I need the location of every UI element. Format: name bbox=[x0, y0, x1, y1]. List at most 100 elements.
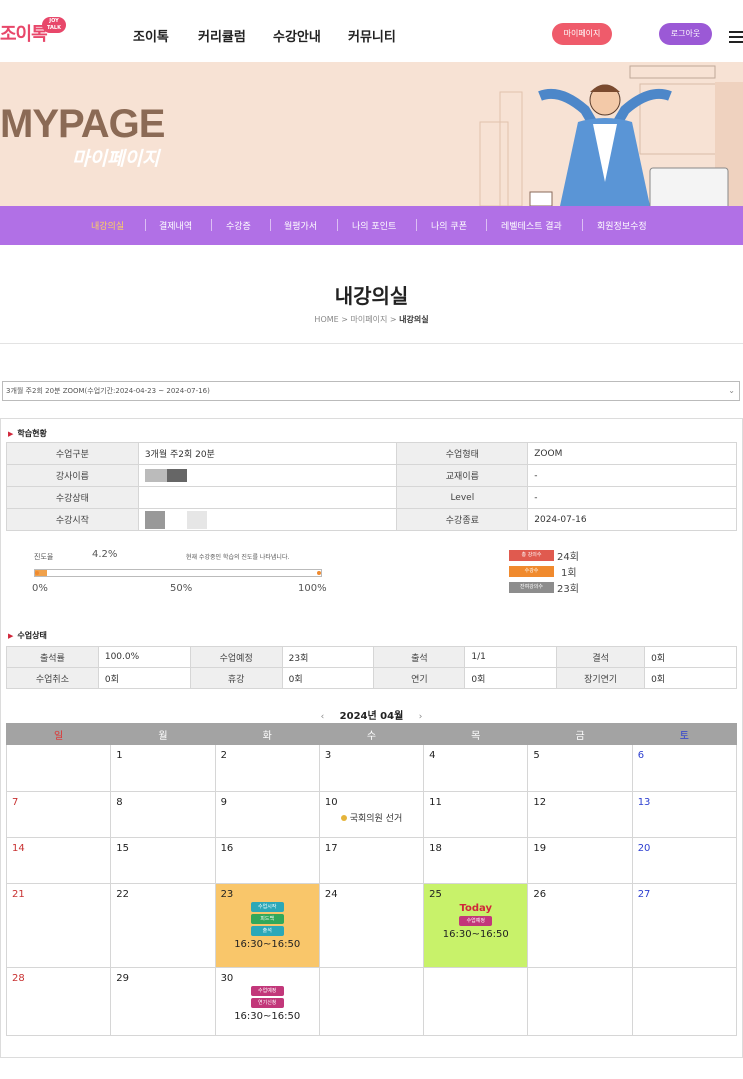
total-lessons-badge: 총 강의수 bbox=[509, 550, 554, 561]
next-month-icon[interactable]: › bbox=[419, 712, 423, 722]
event-badge[interactable]: 수업시작 bbox=[250, 902, 284, 912]
calendar-day[interactable]: 3 bbox=[318, 744, 425, 792]
calendar-day[interactable]: 14 bbox=[5, 837, 112, 884]
weekday-fri: 금 bbox=[527, 723, 633, 745]
event-badge[interactable]: 연기신청 bbox=[250, 998, 284, 1008]
calendar-day[interactable]: 7 bbox=[5, 791, 112, 838]
subnav-monthly-evaluation[interactable]: 월평가서 bbox=[284, 219, 317, 232]
calendar-day-lesson[interactable]: 30 수업예정 연기신청 16:30~16:50 bbox=[214, 967, 320, 1036]
calendar-day[interactable]: 27 bbox=[631, 883, 738, 968]
calendar-day[interactable]: 15 bbox=[110, 837, 216, 884]
weekday-mon: 월 bbox=[110, 723, 216, 745]
info-value-redacted bbox=[137, 486, 398, 509]
calendar-week: 21 22 23 수업시작 피드백 출석 16:30~16:50 24 25 T… bbox=[5, 883, 738, 968]
info-value: 3개월 주2회 20분 bbox=[137, 442, 398, 465]
subnav-my-coupons[interactable]: 나의 쿠폰 bbox=[431, 219, 467, 232]
nav-joytalk[interactable]: 조이톡 bbox=[133, 26, 169, 45]
nav-course-guide[interactable]: 수강안내 bbox=[273, 26, 321, 45]
calendar-day[interactable]: 26 bbox=[527, 883, 633, 968]
calendar-day[interactable]: 11 bbox=[423, 791, 529, 838]
info-value-redacted bbox=[137, 464, 398, 487]
remaining-lessons-value: 23회 bbox=[557, 584, 579, 595]
calendar-day[interactable]: 17 bbox=[318, 837, 425, 884]
progress-end-dot bbox=[317, 571, 321, 575]
status-label: 수업예정 bbox=[189, 646, 283, 668]
calendar-day[interactable]: 2 bbox=[214, 744, 320, 792]
info-label: Level bbox=[396, 486, 529, 509]
status-label: 연기 bbox=[373, 667, 466, 689]
banner-title: MYPAGE bbox=[0, 102, 165, 146]
subnav-payment-history[interactable]: 결제내역 bbox=[159, 219, 192, 232]
logo[interactable]: 조이톡 bbox=[0, 20, 48, 46]
status-value: 0회 bbox=[644, 646, 737, 668]
info-value: - bbox=[527, 464, 737, 487]
breadcrumb: HOME > 마이페이지 > 내강의실 bbox=[314, 315, 429, 324]
calendar-day-lesson[interactable]: 23 수업시작 피드백 출석 16:30~16:50 bbox=[214, 883, 320, 968]
calendar-day[interactable]: 4 bbox=[423, 744, 529, 792]
page-title: 내강의실 bbox=[334, 284, 409, 308]
info-label: 수강시작 bbox=[6, 508, 139, 531]
subnav-divider bbox=[582, 219, 583, 231]
subnav-my-classroom[interactable]: 내강의실 bbox=[91, 219, 124, 232]
event-badge[interactable]: 출석 bbox=[250, 926, 284, 936]
calendar-weekday-row: 일 월 화 수 목 금 토 bbox=[5, 723, 738, 745]
mypage-banner: MYPAGE 마이페이지 bbox=[0, 62, 743, 206]
subnav-level-test-result[interactable]: 레벨테스트 결과 bbox=[501, 219, 562, 232]
status-label: 수업취소 bbox=[6, 667, 99, 689]
top-header: 조이톡 JOY TALK 조이톡 커리큘럼 수강안내 커뮤니티 마이페이지 로그… bbox=[0, 0, 743, 62]
calendar-day[interactable]: 16 bbox=[214, 837, 320, 884]
today-label: Today bbox=[459, 903, 492, 914]
calendar-day-empty bbox=[631, 967, 738, 1036]
subnav-my-points[interactable]: 나의 포인트 bbox=[352, 219, 396, 232]
calendar-day[interactable]: 18 bbox=[423, 837, 529, 884]
progress-tick-0: 0% bbox=[32, 583, 48, 594]
breadcrumb-current: 내강의실 bbox=[399, 315, 429, 324]
arrow-right-icon: ▶ bbox=[8, 430, 14, 438]
calendar-day[interactable]: 13 bbox=[631, 791, 738, 838]
info-label: 강사이름 bbox=[6, 464, 139, 487]
prev-month-icon[interactable]: ‹ bbox=[321, 712, 325, 722]
status-value: 100.0% bbox=[97, 646, 191, 668]
calendar-day[interactable]: 29 bbox=[110, 967, 216, 1036]
table-row: 출석률 100.0% 수업예정 23회 출석 1/1 결석 0회 bbox=[6, 646, 737, 668]
hamburger-menu-icon[interactable] bbox=[729, 31, 743, 43]
event-badge[interactable]: 수업예정 bbox=[459, 916, 493, 926]
taken-lessons-value: 1회 bbox=[561, 568, 577, 579]
calendar-day[interactable]: 22 bbox=[110, 883, 216, 968]
calendar-day[interactable]: 6 bbox=[631, 744, 738, 792]
status-value: 0회 bbox=[281, 667, 375, 689]
subnav-divider bbox=[211, 219, 212, 231]
calendar-day[interactable]: 19 bbox=[527, 837, 633, 884]
calendar-day[interactable]: 1 bbox=[110, 744, 216, 792]
logout-button[interactable]: 로그아웃 bbox=[659, 23, 712, 45]
table-row: 수강시작 수강종료 2024-07-16 bbox=[6, 508, 737, 531]
calendar-day[interactable]: 20 bbox=[631, 837, 738, 884]
calendar-day[interactable]: 10 국회의원 선거 bbox=[318, 791, 425, 838]
calendar-day[interactable]: 8 bbox=[110, 791, 216, 838]
event-badge[interactable]: 피드백 bbox=[250, 914, 284, 924]
holiday-icon bbox=[340, 815, 347, 821]
calendar-day[interactable]: 9 bbox=[214, 791, 320, 838]
calendar-day[interactable]: 5 bbox=[527, 744, 633, 792]
lesson-time: 16:30~16:50 bbox=[234, 939, 301, 950]
mypage-button[interactable]: 마이페이지 bbox=[552, 23, 612, 45]
progress-start-dot bbox=[35, 571, 39, 575]
subnav-certificate[interactable]: 수강증 bbox=[226, 219, 251, 232]
weekday-tue: 화 bbox=[214, 723, 320, 745]
nav-curriculum[interactable]: 커리큘럼 bbox=[198, 26, 246, 45]
breadcrumb-mypage[interactable]: 마이페이지 bbox=[351, 315, 388, 324]
breadcrumb-home[interactable]: HOME bbox=[314, 315, 338, 324]
subnav-divider bbox=[486, 219, 487, 231]
info-value-redacted bbox=[137, 508, 398, 531]
subnav-edit-profile[interactable]: 회원정보수정 bbox=[597, 219, 647, 232]
calendar-day[interactable]: 21 bbox=[5, 883, 112, 968]
info-label: 수업형태 bbox=[396, 442, 529, 465]
nav-community[interactable]: 커뮤니티 bbox=[348, 26, 396, 45]
calendar-day-today[interactable]: 25 Today 수업예정 16:30~16:50 bbox=[423, 883, 529, 968]
calendar-day[interactable]: 24 bbox=[318, 883, 425, 968]
event-badge[interactable]: 수업예정 bbox=[250, 986, 284, 996]
calendar-day[interactable]: 28 bbox=[5, 967, 112, 1036]
course-select[interactable]: 3개월 주2회 20분 ZOOM(수업기간:2024-04-23 ~ 2024-… bbox=[2, 381, 740, 401]
calendar-day[interactable]: 12 bbox=[527, 791, 633, 838]
status-label: 결석 bbox=[556, 646, 646, 668]
